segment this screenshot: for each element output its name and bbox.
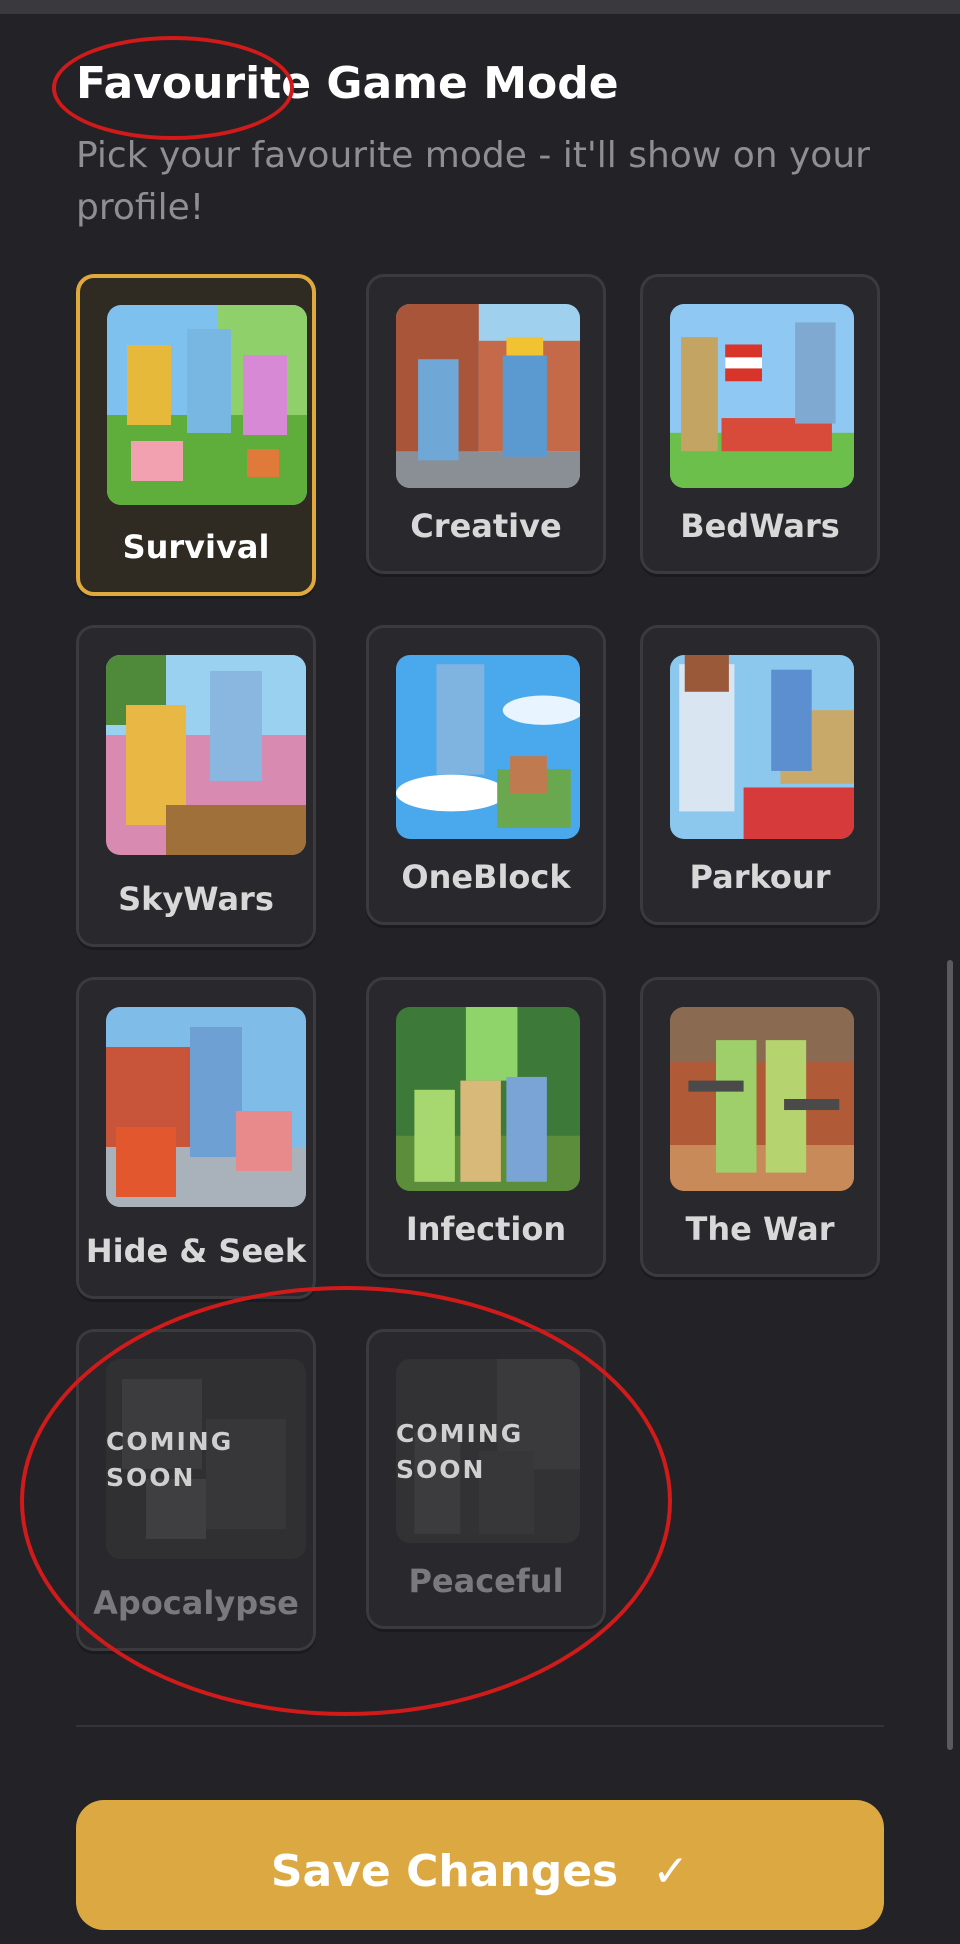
page-subtitle: Pick your favourite mode - it'll show on… <box>76 135 870 228</box>
mode-label: Apocalypse <box>93 1584 299 1622</box>
save-button-label: Save Changes <box>270 1846 619 1897</box>
survival-thumbnail <box>107 305 307 505</box>
mode-card-parkour[interactable]: Parkour <box>640 625 880 925</box>
mode-label: BedWars <box>680 507 840 545</box>
mode-label: The War <box>685 1210 835 1248</box>
mode-card-skywars[interactable]: SkyWars <box>76 625 316 947</box>
save-changes-button[interactable]: Save Changes ✓ <box>76 1800 884 1930</box>
top-bar <box>0 0 960 14</box>
mode-label: Creative <box>410 507 562 545</box>
the-war-thumbnail <box>670 1007 854 1191</box>
mode-card-oneblock[interactable]: OneBlock <box>366 625 606 925</box>
hide-and-seek-thumbnail <box>106 1007 306 1207</box>
mode-card-survival[interactable]: Survival <box>76 274 316 596</box>
mode-card-creative[interactable]: Creative <box>366 274 606 574</box>
mode-label: Infection <box>405 1210 567 1248</box>
coming-soon-badge: COMING SOON <box>106 1427 234 1492</box>
skywars-thumbnail <box>106 655 306 855</box>
mode-label: Peaceful <box>408 1562 564 1600</box>
mode-label: OneBlock <box>401 858 571 896</box>
mode-label: Hide & Seek <box>85 1232 307 1270</box>
creative-thumbnail <box>396 304 580 488</box>
scrollbar[interactable] <box>947 960 953 1750</box>
coming-soon-badge: COMING SOON <box>396 1419 524 1484</box>
mode-label: Parkour <box>689 858 831 896</box>
bedwars-thumbnail <box>670 304 854 488</box>
mode-card-bedwars[interactable]: BedWars <box>640 274 880 574</box>
mode-card-the-war[interactable]: The War <box>640 977 880 1277</box>
mode-label: SkyWars <box>118 880 274 918</box>
mode-label: Survival <box>122 528 270 566</box>
mode-card-infection[interactable]: Infection <box>366 977 606 1277</box>
parkour-thumbnail <box>670 655 854 839</box>
oneblock-thumbnail <box>396 655 580 839</box>
infection-thumbnail <box>396 1007 580 1191</box>
page-title: Favourite Game Mode <box>76 58 619 109</box>
mode-card-hide-and-seek[interactable]: Hide & Seek <box>76 977 316 1299</box>
divider <box>76 1725 884 1727</box>
check-icon: ✓ <box>652 1846 690 1897</box>
